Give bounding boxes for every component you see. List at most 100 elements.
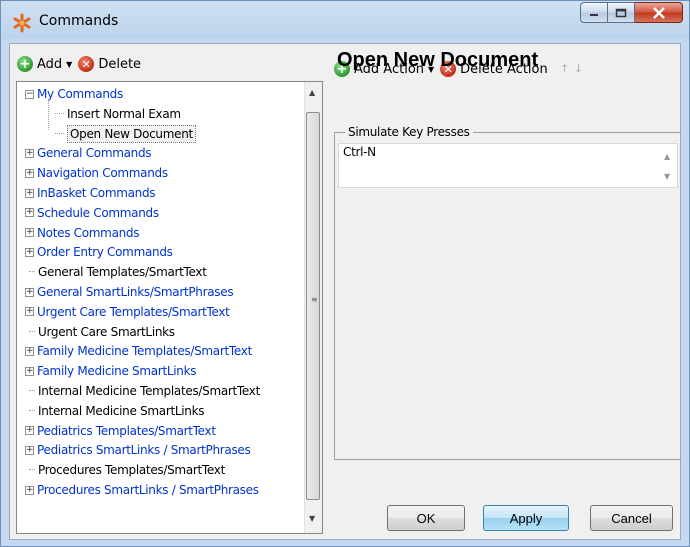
tree-item-label: Procedures Templates/SmartText xyxy=(38,463,225,478)
tree-item-label: Open New Document xyxy=(67,124,196,143)
scroll-down-icon[interactable]: ▼ xyxy=(664,172,670,181)
tree-item[interactable]: + Order Entry Commands xyxy=(25,242,173,262)
collapse-icon[interactable]: − xyxy=(25,89,34,99)
tree-item[interactable]: + InBasket Commands xyxy=(25,183,156,203)
tree-line xyxy=(55,132,64,135)
tree-item[interactable]: + Family Medicine Templates/SmartText xyxy=(25,341,252,361)
ok-button[interactable]: OK xyxy=(387,505,465,531)
tree-item-label: Insert Normal Exam xyxy=(67,106,181,121)
tree-item-label: Navigation Commands xyxy=(37,166,168,181)
group-label: Simulate Key Presses xyxy=(345,125,473,139)
tree-line xyxy=(55,112,64,115)
tree-item-label: Notes Commands xyxy=(37,225,140,240)
expand-icon[interactable]: + xyxy=(25,148,34,158)
apply-button[interactable]: Apply xyxy=(483,505,569,531)
minimize-icon xyxy=(590,13,598,16)
tree-item-label: InBasket Commands xyxy=(37,186,156,200)
tree-item-label: General SmartLinks/SmartPhrases xyxy=(37,285,234,299)
tree-line xyxy=(29,409,35,412)
arrow-down-icon[interactable]: 🡓 xyxy=(575,60,581,79)
expand-icon[interactable]: + xyxy=(25,228,34,238)
tree-item[interactable]: Internal Medicine Templates/SmartText xyxy=(25,381,260,401)
scroll-up-icon[interactable]: ▲ xyxy=(664,152,670,161)
expand-icon[interactable]: + xyxy=(25,307,34,317)
expand-icon[interactable]: + xyxy=(25,366,34,376)
tree-item[interactable]: + Urgent Care Templates/SmartText xyxy=(25,302,230,322)
expand-icon[interactable]: + xyxy=(25,208,34,218)
maximize-button[interactable] xyxy=(608,2,635,23)
expand-icon[interactable]: + xyxy=(25,287,34,297)
expand-icon[interactable]: + xyxy=(25,426,34,436)
maximize-icon xyxy=(615,8,627,17)
commands-tree[interactable]: − My Commands Insert Normal Exam Open New D… xyxy=(16,81,323,534)
tree-item-label: Internal Medicine SmartLinks xyxy=(38,403,205,418)
expand-icon[interactable]: + xyxy=(25,188,34,198)
grip-icon: ≡ xyxy=(311,295,318,304)
tree-item-label: General Commands xyxy=(37,146,152,161)
expand-icon[interactable]: + xyxy=(25,485,34,495)
tree-line xyxy=(29,390,35,392)
cancel-button[interactable]: Cancel xyxy=(590,505,673,531)
arrow-up-icon[interactable]: 🡑 xyxy=(562,60,568,79)
delete-command-button[interactable]: ✕ Delete xyxy=(78,56,141,72)
tree-item[interactable]: Urgent Care SmartLinks xyxy=(25,322,175,342)
tree-item[interactable]: + General Commands xyxy=(25,143,152,163)
scroll-thumb[interactable]: ≡ xyxy=(306,112,320,500)
tree-item[interactable]: + Pediatrics Templates/SmartText xyxy=(25,421,216,441)
tree-item-label: Order Entry Commands xyxy=(37,245,173,260)
tree-item[interactable]: Insert Normal Exam xyxy=(55,104,181,124)
tree-line xyxy=(29,271,35,273)
tree-item[interactable]: + Navigation Commands xyxy=(25,163,168,183)
expand-icon[interactable]: + xyxy=(25,247,34,257)
delete-label: Delete xyxy=(98,56,142,72)
tree-item[interactable]: + Notes Commands xyxy=(25,223,140,243)
tree-item[interactable]: + Pediatrics SmartLinks / SmartPhrases xyxy=(25,440,251,460)
tree-line xyxy=(29,330,35,333)
left-toolbar: + Add ▼ ✕ Delete xyxy=(17,52,147,76)
add-command-button[interactable]: + Add ▼ xyxy=(17,56,72,72)
close-icon xyxy=(652,6,665,19)
tree-item[interactable]: Internal Medicine SmartLinks xyxy=(25,401,205,421)
tree-item-label: Pediatrics Templates/SmartText xyxy=(37,423,216,438)
keys-field[interactable]: Ctrl-N ▲ ▼ xyxy=(338,143,678,188)
expand-icon[interactable]: + xyxy=(25,168,34,178)
keys-scrollbar[interactable]: ▲ ▼ xyxy=(661,146,675,186)
expand-icon[interactable]: + xyxy=(25,346,34,356)
tree-item[interactable]: − My Commands xyxy=(25,84,123,104)
window-title: Commands xyxy=(39,13,119,29)
tree-item[interactable]: + Schedule Commands xyxy=(25,203,159,223)
tree-item-label: Procedures SmartLinks / SmartPhrases xyxy=(37,483,259,497)
tree-item[interactable]: + Family Medicine SmartLinks xyxy=(25,361,196,381)
title-bar[interactable]: Commands xyxy=(1,1,689,43)
tree-guide-line xyxy=(48,100,50,130)
tree-item[interactable]: + Procedures SmartLinks / SmartPhrases xyxy=(25,480,259,500)
tree-item-label: Family Medicine Templates/SmartText xyxy=(37,344,252,359)
scroll-down-icon[interactable]: ▼ xyxy=(309,514,315,523)
scroll-up-icon[interactable]: ▲ xyxy=(309,88,315,97)
asterisk-icon xyxy=(13,13,31,33)
tree-item[interactable]: Procedures Templates/SmartText xyxy=(25,460,225,480)
tree-item-label: Urgent Care SmartLinks xyxy=(38,324,175,339)
tree-scrollbar[interactable]: ▲ ≡ ▼ xyxy=(304,82,322,533)
tree-item[interactable]: General Templates/SmartText xyxy=(25,262,207,282)
commands-window: Commands + Add ▼ ✕ Delete + Add Action ▼… xyxy=(0,0,690,547)
keys-value: Ctrl-N xyxy=(343,145,376,159)
tree-item-label: Internal Medicine Templates/SmartText xyxy=(38,384,261,398)
tree-item-label: Family Medicine SmartLinks xyxy=(37,364,197,379)
chevron-down-icon: ▼ xyxy=(66,59,73,69)
tree-item-label: General Templates/SmartText xyxy=(38,265,207,280)
add-icon: + xyxy=(17,56,33,72)
tree-item[interactable]: + General SmartLinks/SmartPhrases xyxy=(25,282,234,302)
tree-item[interactable]: Open New Document xyxy=(55,124,196,144)
minimize-button[interactable] xyxy=(580,2,608,23)
close-button[interactable] xyxy=(635,2,683,23)
page-title: Open New Document xyxy=(337,49,539,71)
expand-icon[interactable]: + xyxy=(25,445,34,455)
caption-buttons xyxy=(580,2,683,25)
tree-line xyxy=(29,469,35,471)
tree-item-label: Pediatrics SmartLinks / SmartPhrases xyxy=(37,443,251,458)
tree-item-label: Urgent Care Templates/SmartText xyxy=(37,304,230,319)
tree-item-label: Schedule Commands xyxy=(37,205,159,220)
add-label: Add xyxy=(37,56,63,72)
delete-icon: ✕ xyxy=(78,56,95,72)
